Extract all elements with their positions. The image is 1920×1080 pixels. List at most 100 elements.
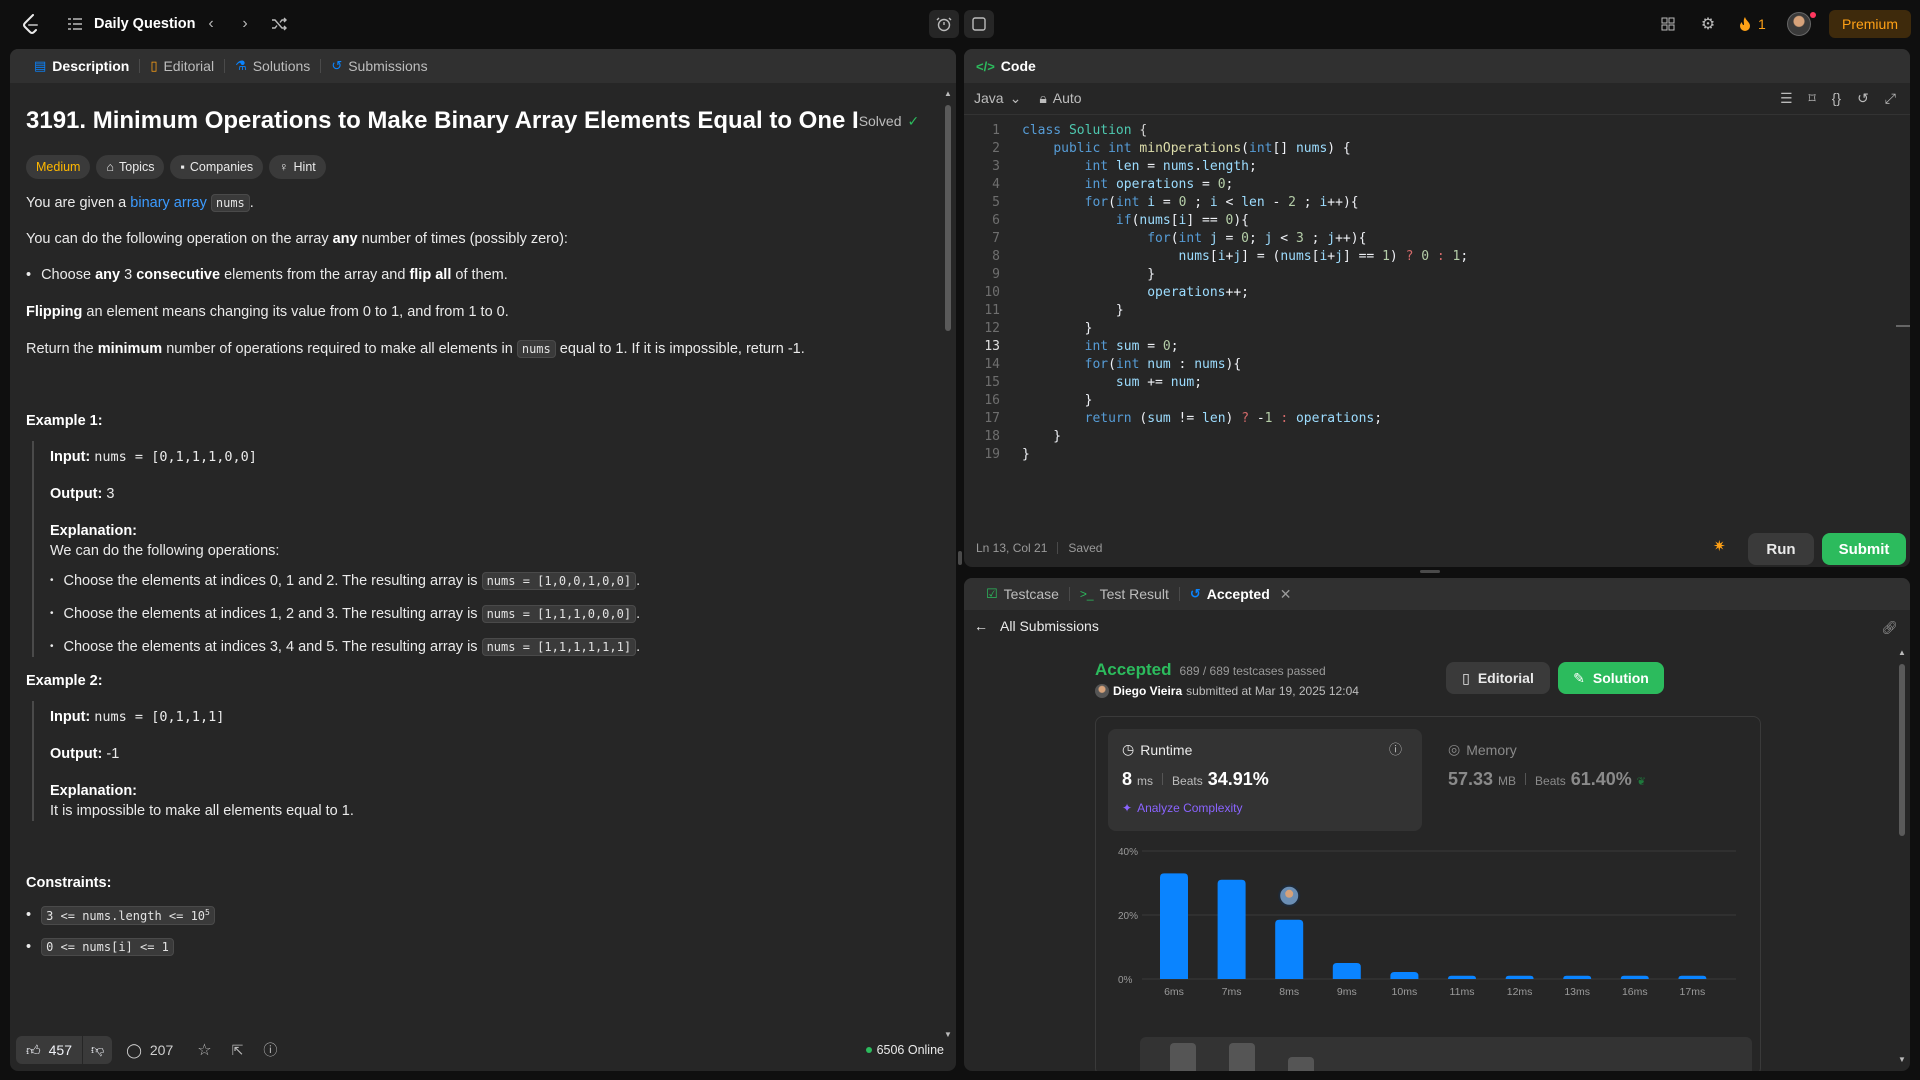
result-scrollbar[interactable]: ▲ ▼ — [1898, 648, 1906, 1064]
runtime-bar[interactable] — [1678, 975, 1707, 979]
problem-list-icon[interactable] — [64, 13, 86, 35]
runtime-bar[interactable] — [1332, 963, 1361, 979]
x-tick-label: 12ms — [1507, 986, 1533, 998]
binary-array-link[interactable]: binary array — [130, 195, 207, 211]
runtime-bar[interactable] — [1160, 873, 1188, 979]
solution-button[interactable]: ✎ Solution — [1558, 662, 1664, 694]
link-icon[interactable]: 🔗︎ — [1881, 620, 1898, 636]
settings-gear-icon[interactable]: ⚙ — [1697, 13, 1719, 35]
runtime-distribution-chart[interactable]: 40% 20% 0% 6ms 7ms 8ms 9ms 10ms 11ms 12ms 13ms 16ms… — [1096, 841, 1762, 1011]
left-tabbar: ▤ Description ▯ Editorial ⚗ Solutions ↺ … — [10, 49, 956, 83]
runtime-bar[interactable] — [1217, 879, 1246, 979]
shuffle-icon[interactable] — [268, 13, 290, 35]
testcases-passed: 689 / 689 testcases passed — [1179, 664, 1326, 678]
companies-tag[interactable]: ▪ Companies — [170, 155, 264, 179]
tab-accepted[interactable]: ↺ Accepted ✕ — [1180, 578, 1302, 610]
comment-icon: ◯ — [126, 1041, 142, 1058]
debugger-icon[interactable]: ✷ — [1713, 537, 1726, 555]
bookmark-icon[interactable]: ⌑ — [1809, 90, 1816, 107]
chevron-right-icon[interactable]: › — [234, 13, 256, 35]
code-tabbar: </> Code — [964, 49, 1910, 83]
run-button[interactable]: Run — [1748, 533, 1814, 565]
language-select[interactable]: Java ⌄ — [974, 90, 1021, 107]
help-icon[interactable]: ⓘ — [263, 1040, 277, 1060]
star-icon[interactable]: ☆ — [197, 1040, 211, 1060]
editor-toolbar: Java ⌄ 🔒︎ Auto ☰ ⌑ {} ↺ ⤢ — [964, 83, 1910, 115]
flask-icon: ⚗ — [235, 58, 247, 73]
check-circle-icon: ✓ — [907, 112, 920, 129]
y-tick-label: 20% — [1118, 911, 1138, 922]
daily-question-title[interactable]: Daily Question — [94, 16, 196, 32]
submit-button[interactable]: Submit — [1822, 533, 1906, 565]
streak-fire-icon[interactable] — [1734, 13, 1756, 35]
analyze-complexity-link[interactable]: ✦ Analyze Complexity — [1122, 801, 1242, 815]
problem-title[interactable]: 3191. Minimum Operations to Make Binary … — [26, 107, 859, 135]
tab-solutions[interactable]: ⚗ Solutions — [225, 49, 320, 83]
runtime-bar[interactable] — [1505, 975, 1534, 979]
code-preview-strip — [1140, 1037, 1752, 1071]
avatar[interactable] — [1787, 12, 1811, 36]
left-scrollbar[interactable]: ▲ ▼ — [944, 89, 952, 1039]
tab-editorial[interactable]: ▯ Editorial — [140, 49, 224, 83]
memory-beats: 61.40% — [1570, 769, 1632, 789]
user-name[interactable]: Diego Vieira — [1113, 684, 1182, 698]
accepted-status: Accepted — [1095, 660, 1172, 679]
topics-tag[interactable]: ⌂ Topics — [96, 155, 165, 179]
tab-description[interactable]: ▤ Description — [22, 49, 139, 83]
runtime-bar[interactable] — [1275, 919, 1304, 979]
tab-submissions[interactable]: ↺ Submissions — [321, 49, 437, 83]
all-submissions-link[interactable]: ← All Submissions — [974, 618, 1099, 634]
panel-resize-handle[interactable] — [1420, 570, 1440, 573]
comments-button[interactable]: ◯ 207 — [126, 1042, 173, 1059]
constraint-item: • 0 <= nums[i] <= 1 — [26, 937, 926, 957]
tab-testcase[interactable]: ☑ Testcase — [976, 578, 1069, 610]
leetcode-logo-icon[interactable] — [20, 13, 42, 35]
premium-button[interactable]: Premium — [1829, 10, 1911, 38]
close-icon[interactable]: ✕ — [1280, 586, 1292, 603]
lock-icon: 🔒︎ — [1039, 90, 1047, 106]
grid-apps-icon[interactable] — [1657, 13, 1679, 35]
chevron-left-icon[interactable]: ‹ — [200, 13, 222, 35]
reset-icon[interactable]: ↺ — [1857, 90, 1869, 107]
example-step: • Choose the elements at indices 0, 1 and… — [50, 572, 641, 590]
lightbulb-icon: ♀ — [279, 160, 289, 174]
user-avatar — [1095, 684, 1109, 698]
operation-text: You can do the following operation on th… — [26, 231, 568, 247]
tab-test-result[interactable]: >_ Test Result — [1070, 578, 1179, 610]
runtime-bar[interactable] — [1620, 975, 1649, 979]
runtime-bar[interactable] — [1390, 971, 1419, 979]
braces-icon[interactable]: {} — [1832, 90, 1841, 107]
memory-card[interactable]: ◎ Memory 57.33 MB Beats 61.40% ❦ — [1434, 729, 1748, 831]
runtime-value: 8 — [1122, 769, 1133, 789]
dislike-button[interactable]: 👎︎ — [82, 1036, 113, 1064]
book-icon: ▯ — [1462, 669, 1470, 686]
streak-count: 1 — [1758, 16, 1766, 32]
code-editor[interactable]: 1 class Solution { 2 public int minOperat… — [964, 123, 1894, 523]
saved-status: Saved — [1068, 541, 1103, 555]
share-icon[interactable]: ⇱ — [232, 1042, 244, 1059]
submitter-line: Diego Vieira submitted at Mar 19, 2025 1… — [1095, 684, 1359, 698]
hint-tag[interactable]: ♀ Hint — [269, 155, 326, 179]
runtime-bar[interactable] — [1563, 975, 1592, 979]
example-step: • Choose the elements at indices 1, 2 and… — [50, 605, 641, 623]
online-count: 6506 Online — [865, 1043, 944, 1057]
code-brackets-icon: </> — [976, 58, 995, 74]
example-1-block: Input: nums = [0,1,1,1,0,0] Output: 3 Ex… — [32, 441, 926, 657]
tab-code[interactable]: </> Code — [976, 49, 1046, 83]
leaf-icon: ❦ — [1636, 776, 1647, 788]
notes-icon[interactable] — [964, 10, 994, 38]
timer-icon[interactable] — [929, 10, 959, 38]
chevron-down-icon: ⌄ — [1009, 90, 1022, 106]
auto-toggle[interactable]: 🔒︎ Auto — [1039, 90, 1081, 107]
panel-resize-handle[interactable] — [958, 551, 962, 565]
runtime-bar[interactable] — [1448, 975, 1476, 979]
constraint-item: • 3 <= nums.length <= 105 — [26, 905, 926, 925]
like-button[interactable]: 👍︎ 457 — [16, 1036, 82, 1064]
description-icon: ▤ — [34, 58, 47, 73]
runtime-card[interactable]: ◷ Runtime ⓘ 8 ms Beats 34.91% ✦ Analyze Co… — [1108, 729, 1422, 831]
fullscreen-icon[interactable]: ⤢ — [1885, 90, 1896, 107]
editorial-button[interactable]: ▯ Editorial — [1446, 662, 1550, 694]
info-icon[interactable]: ⓘ — [1389, 739, 1402, 758]
sparkle-icon: ✦ — [1122, 801, 1133, 815]
format-icon[interactable]: ☰ — [1780, 90, 1793, 107]
